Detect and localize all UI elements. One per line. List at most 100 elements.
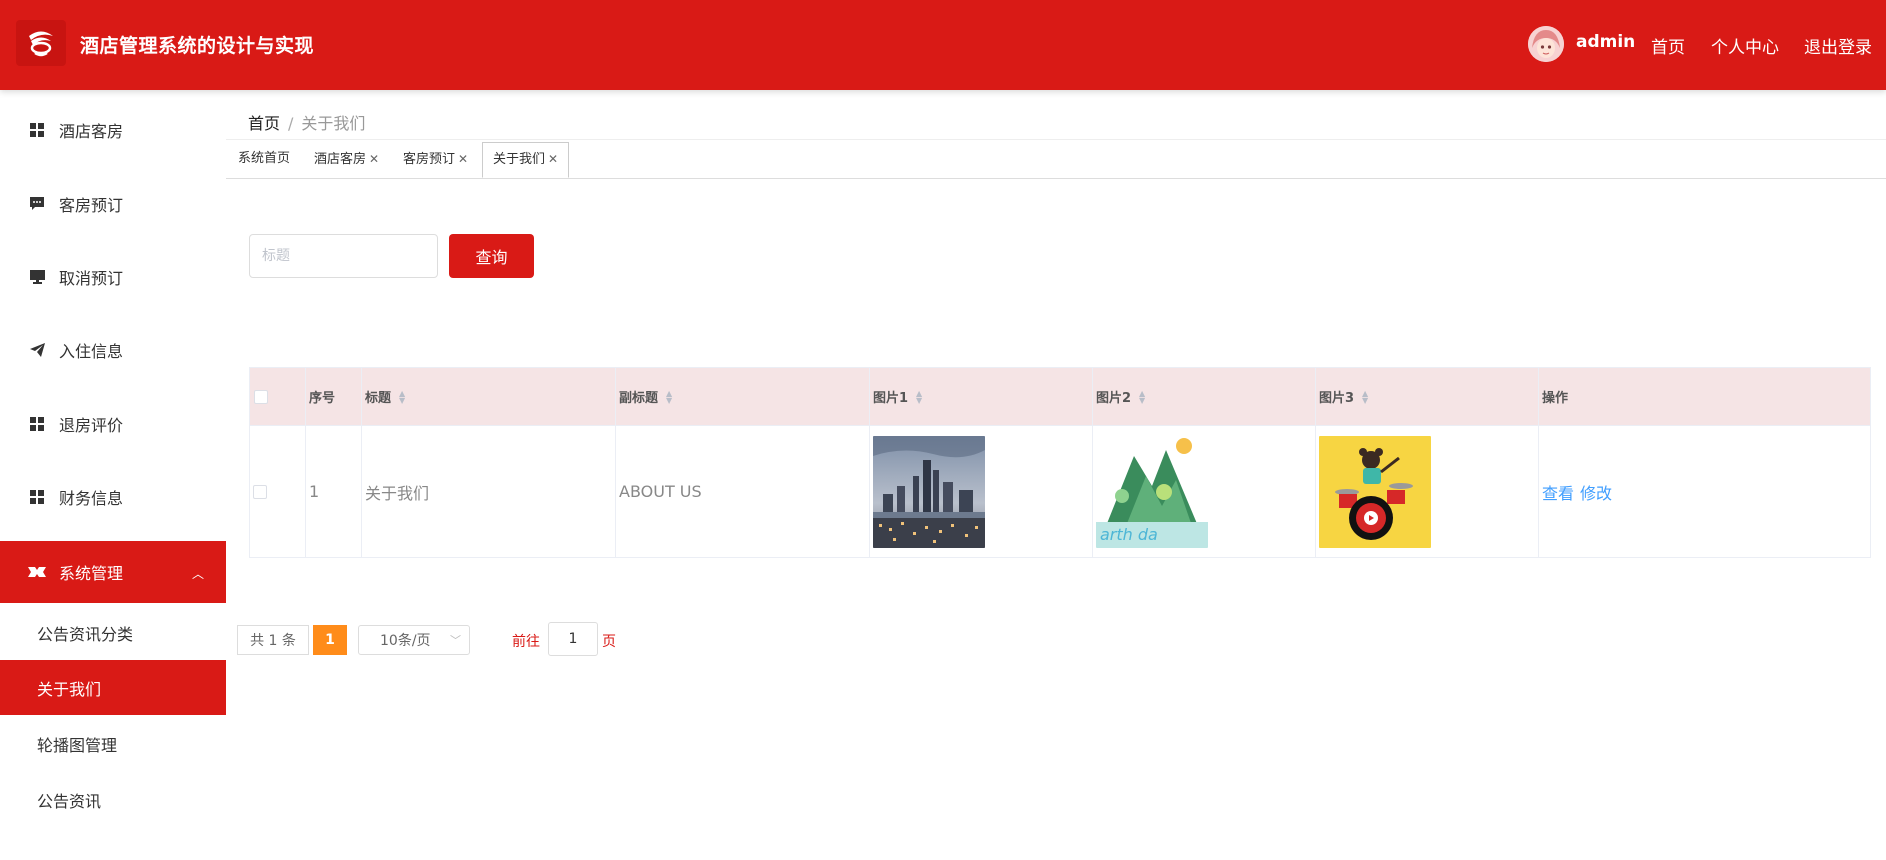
column-header-title[interactable]: 标题 ▲ ▼: [362, 368, 616, 425]
breadcrumb-current: 关于我们: [301, 114, 366, 133]
cell-title: 关于我们: [362, 426, 616, 557]
top-header: 酒店管理系统的设计与实现 admin 首页 个人中心 退出登录: [0, 0, 1886, 90]
chevron-down-icon: ﹀: [450, 634, 461, 647]
data-table: 序号 标题 ▲ ▼ 副标题 ▲ ▼ 图片1 ▲ ▼ 图片2 ▲ ▼ 图片3 ▲ ▼ 操作 …: [249, 367, 1871, 558]
search-button[interactable]: 查询: [449, 234, 534, 278]
sidebar-item-room-booking[interactable]: 客房预订: [0, 174, 226, 234]
app-title: 酒店管理系统的设计与实现: [80, 35, 315, 57]
tab-hotel-rooms[interactable]: 酒店客房 ✕: [304, 140, 389, 179]
close-icon[interactable]: ✕: [458, 152, 468, 166]
breadcrumb-separator: /: [288, 114, 294, 133]
title-search-input[interactable]: [249, 234, 438, 278]
drummer-image[interactable]: [1319, 435, 1431, 548]
column-header-index: 序号: [306, 368, 362, 425]
tab-label: 关于我们: [493, 152, 546, 167]
svg-text:arth da: arth da: [1100, 525, 1158, 544]
sidebar-item-system-management[interactable]: 系统管理 ︿: [0, 541, 226, 603]
page-size-value: 10条/页: [380, 633, 431, 649]
column-header-label: 图片3: [1319, 391, 1355, 406]
breadcrumb-home[interactable]: 首页: [248, 114, 280, 133]
close-icon[interactable]: ✕: [548, 152, 558, 166]
ticket-icon: [28, 563, 46, 581]
sidebar-item-checkin-info[interactable]: 入住信息: [0, 320, 226, 380]
column-header-label: 操作: [1542, 391, 1569, 406]
avatar-icon: [1528, 26, 1564, 62]
sidebar-item-cancel-booking[interactable]: 取消预订: [0, 247, 226, 307]
chevron-up-icon: ︿: [192, 567, 205, 581]
cell-image3: [1316, 426, 1539, 557]
sidebar-item-finance[interactable]: 财务信息: [0, 467, 226, 527]
page-size-select[interactable]: 10条/页 ﹀: [358, 625, 470, 655]
city-skyline-image[interactable]: [873, 435, 985, 548]
tab-system-home[interactable]: 系统首页: [228, 140, 300, 179]
column-header-label: 副标题: [619, 391, 659, 406]
chat-icon: [28, 195, 46, 213]
sidebar-subitem-label: 公告资讯分类: [37, 624, 134, 644]
page-suffix-label: 页: [602, 634, 616, 650]
sidebar-item-label: 系统管理: [59, 564, 124, 583]
sidebar-item-hotel-rooms[interactable]: 酒店客房: [0, 100, 226, 160]
tab-label: 系统首页: [238, 151, 291, 166]
username: admin: [1576, 32, 1636, 52]
select-all-checkbox[interactable]: [254, 389, 268, 404]
cell-actions: 查看 修改: [1539, 426, 1870, 557]
tab-room-booking[interactable]: 客房预订 ✕: [393, 140, 478, 179]
sort-icon[interactable]: ▲ ▼: [666, 389, 672, 404]
cell-image2: arth da: [1093, 426, 1316, 557]
sidebar-subitem-announcement-category[interactable]: 公告资讯分类: [0, 605, 226, 660]
column-header-image3[interactable]: 图片3 ▲ ▼: [1316, 368, 1539, 425]
cell-index: 1: [306, 426, 362, 557]
table-header: 序号 标题 ▲ ▼ 副标题 ▲ ▼ 图片1 ▲ ▼ 图片2 ▲ ▼ 图片3 ▲ ▼ 操作: [250, 368, 1870, 426]
tabs-bar: 系统首页 酒店客房 ✕ 客房预订 ✕ 关于我们 ✕: [226, 139, 1886, 179]
goto-page-input[interactable]: [548, 622, 598, 656]
app-logo: [16, 20, 66, 66]
send-icon: [28, 341, 46, 359]
row-select-cell: [250, 426, 306, 557]
tab-about-us[interactable]: 关于我们 ✕: [482, 142, 570, 178]
sidebar-subitem-carousel-management[interactable]: 轮播图管理: [0, 716, 226, 771]
sort-icon[interactable]: ▲ ▼: [916, 389, 922, 404]
sidebar-subitem-label: 轮播图管理: [37, 735, 118, 755]
view-link[interactable]: 查看: [1542, 480, 1574, 504]
sidebar-item-checkout-review[interactable]: 退房评价: [0, 394, 226, 454]
profile-link[interactable]: 个人中心: [1711, 33, 1779, 58]
column-header-label: 标题: [365, 391, 392, 406]
home-link[interactable]: 首页: [1651, 33, 1685, 58]
grid-icon: [28, 121, 46, 139]
sidebar-item-label: 入住信息: [59, 342, 124, 361]
sort-icon[interactable]: ▲ ▼: [399, 389, 405, 404]
close-icon[interactable]: ✕: [369, 152, 379, 166]
column-header-image1[interactable]: 图片1 ▲ ▼: [870, 368, 1093, 425]
column-header-actions: 操作: [1539, 368, 1870, 425]
sidebar-subitem-label: 公告资讯: [37, 791, 102, 811]
grid-icon: [28, 488, 46, 506]
sidebar-subitem-about-us[interactable]: 关于我们: [0, 660, 226, 715]
sort-icon[interactable]: ▲ ▼: [1362, 389, 1368, 404]
column-header-image2[interactable]: 图片2 ▲ ▼: [1093, 368, 1316, 425]
page-number-current[interactable]: 1: [313, 625, 347, 655]
cell-subtitle: ABOUT US: [616, 426, 870, 557]
tab-label: 酒店客房: [314, 152, 367, 167]
row-checkbox[interactable]: [253, 484, 267, 499]
earth-day-image[interactable]: arth da: [1096, 435, 1208, 548]
column-header-subtitle[interactable]: 副标题 ▲ ▼: [616, 368, 870, 425]
sidebar-item-label: 财务信息: [59, 489, 124, 508]
logout-link[interactable]: 退出登录: [1804, 33, 1872, 58]
sidebar-subitem-label: 关于我们: [37, 679, 102, 699]
header-select-cell: [250, 368, 306, 425]
column-header-label: 序号: [309, 391, 336, 406]
monitor-icon: [28, 268, 46, 286]
column-header-label: 图片2: [1096, 391, 1132, 406]
sidebar-item-label: 客房预订: [59, 196, 124, 215]
edit-link[interactable]: 修改: [1580, 480, 1612, 504]
avatar[interactable]: [1528, 26, 1564, 62]
sidebar-subitem-announcements[interactable]: 公告资讯: [0, 772, 226, 827]
sidebar: 酒店客房 客房预订 取消预订 入住信息 退房评价 财务信息 系统管理 ︿ 公告资…: [0, 90, 226, 860]
grid-icon: [28, 415, 46, 433]
total-count: 共 1 条: [237, 625, 309, 655]
sidebar-item-label: 退房评价: [59, 416, 124, 435]
sort-icon[interactable]: ▲ ▼: [1139, 389, 1145, 404]
logo-icon: [29, 31, 53, 57]
tab-label: 客房预订: [403, 152, 456, 167]
sidebar-item-label: 取消预订: [59, 269, 124, 288]
